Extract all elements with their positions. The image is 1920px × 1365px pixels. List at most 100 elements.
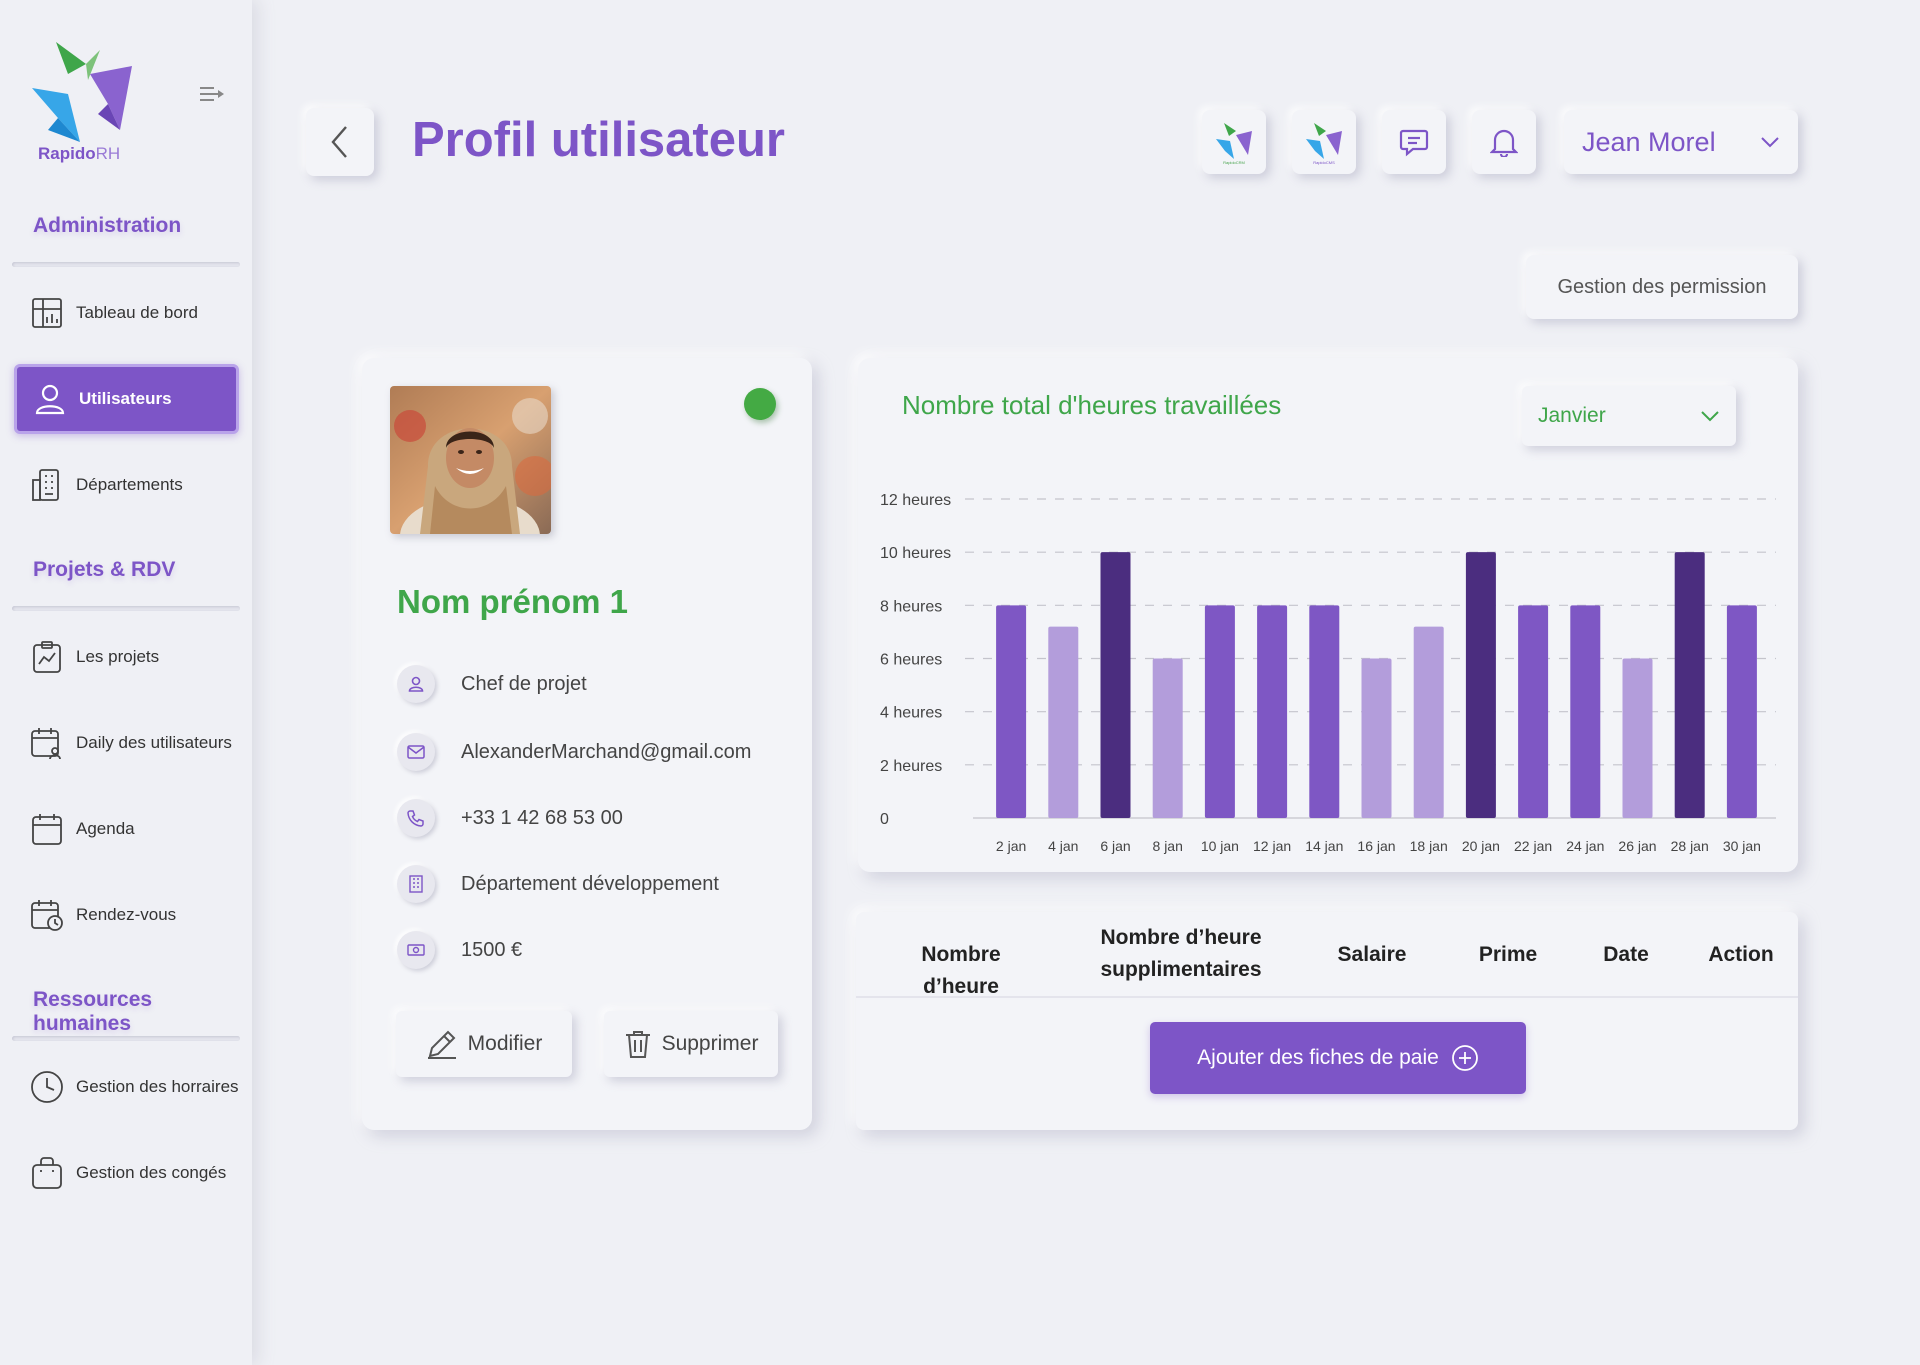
collapse-sidebar-icon[interactable] — [198, 84, 226, 104]
sidebar-item-label: Tableau de bord — [76, 303, 198, 322]
app-label: RapidoCRM — [1223, 160, 1245, 165]
profile-card: Nom prénom 1 Chef de projet AlexanderMar… — [362, 358, 812, 1130]
delete-button[interactable]: Supprimer — [604, 1011, 778, 1077]
chevron-down-icon — [1761, 137, 1779, 148]
profile-salary: 1500 € — [461, 938, 523, 961]
sidebar-item-label: Rendez-vous — [76, 905, 177, 924]
bar — [1413, 626, 1444, 818]
sidebar-item-daily[interactable]: Daily des utilisateurs — [14, 708, 239, 778]
bar — [1152, 658, 1183, 818]
sidebar-item-rendez-vous[interactable]: Rendez-vous — [14, 880, 239, 950]
x-tick-label: 20 jan — [1462, 838, 1500, 854]
dashboard-icon — [30, 296, 64, 330]
bell-icon — [1490, 129, 1518, 157]
rapidocms-app-button[interactable]: RapidoCMS — [1292, 110, 1356, 174]
profile-role: Chef de projet — [461, 672, 587, 695]
message-icon — [1399, 129, 1429, 157]
sidebar-item-label: Gestion des horraires — [76, 1077, 239, 1096]
profile-role-row: Chef de projet — [397, 664, 587, 704]
section-ressources-humaines: Ressources humaines — [33, 988, 153, 1035]
user-icon — [397, 665, 435, 703]
sidebar-item-label: Départements — [76, 475, 183, 494]
sidebar-item-label: Gestion des congés — [76, 1163, 227, 1182]
x-tick-label: 8 jan — [1153, 838, 1183, 854]
rapidocrm-logo-icon: RapidoCRM — [1216, 123, 1252, 165]
building-icon — [30, 468, 64, 502]
brand-name: RapidoRH — [38, 144, 121, 163]
user-menu-dropdown[interactable]: Jean Morel — [1564, 110, 1798, 174]
profile-phone[interactable]: +33 1 42 68 53 00 — [461, 807, 623, 830]
section-projets-rdv: Projets & RDV — [33, 558, 176, 581]
avatar — [390, 386, 551, 534]
divider — [12, 1036, 240, 1041]
sidebar-item-gestion-horraires[interactable]: Gestion des horraires — [14, 1052, 239, 1122]
messages-button[interactable] — [1382, 110, 1446, 174]
pencil-icon — [427, 1030, 456, 1059]
clipboard-chart-icon — [30, 640, 64, 674]
sidebar-item-label: Les projets — [76, 647, 160, 666]
divider — [12, 606, 240, 611]
sidebar-item-agenda[interactable]: Agenda — [14, 794, 239, 864]
column-date: Date — [1603, 943, 1649, 966]
user-icon — [33, 382, 67, 416]
x-tick-label: 16 jan — [1357, 838, 1395, 854]
sidebar-item-departements[interactable]: Départements — [14, 450, 239, 520]
divider — [12, 262, 240, 267]
back-button[interactable] — [306, 108, 374, 176]
edit-button[interactable]: Modifier — [396, 1011, 572, 1077]
sidebar: RapidoRH Administration Tableau de bord … — [0, 0, 252, 1365]
x-tick-label: 30 jan — [1723, 838, 1761, 854]
bag-icon — [30, 1156, 64, 1190]
column-bonus: Prime — [1478, 943, 1538, 966]
profile-salary-row: 1500 € — [397, 930, 522, 970]
column-hours: Nombre d’heure — [921, 943, 1001, 998]
column-overtime: Nombre d’heure supplimentaires — [1100, 926, 1262, 981]
section-administration: Administration — [33, 214, 182, 237]
y-tick-label: 2 heures — [880, 758, 942, 775]
rapidorh-logo — [32, 42, 132, 142]
bar — [1100, 552, 1131, 818]
hours-chart-card: Nombre total d'heures travaillées Janvie… — [858, 358, 1798, 872]
sidebar-item-les-projets[interactable]: Les projets — [14, 622, 239, 692]
plus-circle-icon — [1451, 1045, 1478, 1071]
bar — [1204, 605, 1235, 818]
x-tick-label: 10 jan — [1201, 838, 1239, 854]
trash-icon — [625, 1031, 650, 1058]
sidebar-item-label: Utilisateurs — [79, 389, 172, 408]
sidebar-item-tableau-de-bord[interactable]: Tableau de bord — [14, 278, 239, 348]
add-payslip-button[interactable]: Ajouter des fiches de paie — [1150, 1022, 1526, 1094]
y-tick-label: 10 heures — [880, 545, 951, 562]
sidebar-item-gestion-conges[interactable]: Gestion des congés — [14, 1138, 239, 1208]
x-tick-label: 6 jan — [1100, 838, 1130, 854]
rapidocrm-app-button[interactable]: RapidoCRM — [1202, 110, 1266, 174]
x-tick-label: 24 jan — [1566, 838, 1604, 854]
x-tick-label: 2 jan — [996, 838, 1026, 854]
bar — [1257, 605, 1288, 818]
x-tick-label: 18 jan — [1410, 838, 1448, 854]
mail-icon — [397, 733, 435, 771]
phone-icon — [397, 799, 435, 837]
column-action: Action — [1708, 943, 1774, 966]
calendar-icon — [30, 812, 64, 846]
y-tick-label: 0 — [880, 811, 889, 828]
sidebar-item-label: Daily des utilisateurs — [76, 733, 232, 752]
x-tick-label: 28 jan — [1671, 838, 1709, 854]
sidebar-item-utilisateurs[interactable]: Utilisateurs — [14, 364, 239, 434]
app-label: RapidoCMS — [1313, 160, 1335, 165]
bar — [1309, 605, 1340, 818]
rapidocms-logo-icon: RapidoCMS — [1306, 123, 1342, 165]
notifications-button[interactable] — [1472, 110, 1536, 174]
sidebar-item-label: Agenda — [76, 819, 135, 838]
calendar-user-icon — [30, 726, 64, 760]
bar — [1048, 626, 1079, 818]
profile-email[interactable]: AlexanderMarchand@gmail.com — [461, 741, 751, 764]
chevron-left-icon — [331, 126, 347, 158]
y-tick-label: 4 heures — [880, 705, 942, 722]
bar — [1518, 605, 1549, 818]
y-tick-label: 8 heures — [880, 598, 942, 615]
y-tick-label: 12 heures — [880, 492, 951, 509]
profile-email-row: AlexanderMarchand@gmail.com — [397, 732, 751, 772]
x-tick-label: 26 jan — [1618, 838, 1656, 854]
bar — [1726, 605, 1757, 818]
permissions-button[interactable]: Gestion des permission — [1526, 255, 1798, 319]
